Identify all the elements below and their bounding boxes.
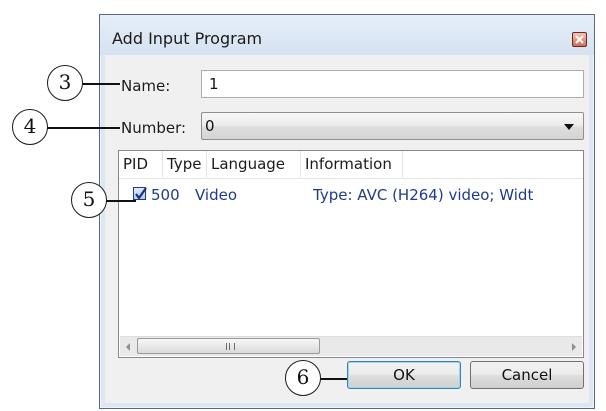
name-label: Name: bbox=[121, 77, 171, 95]
callout-leader-name bbox=[82, 83, 120, 85]
column-header-type[interactable]: Type bbox=[163, 151, 207, 177]
callout-leader-number bbox=[46, 127, 120, 129]
dialog-title: Add Input Program bbox=[112, 29, 263, 48]
add-input-program-dialog: Add Input Program Name: Number: 0 PID bbox=[99, 14, 595, 409]
dialog-body: Name: Number: 0 PID Type Language Inform… bbox=[105, 55, 589, 403]
stream-checkbox[interactable] bbox=[133, 187, 147, 200]
chevron-down-icon bbox=[564, 124, 574, 130]
number-combobox[interactable]: 0 bbox=[201, 112, 584, 140]
callout-name: 3 bbox=[47, 65, 83, 101]
cell-pid: 500 bbox=[151, 186, 180, 204]
number-value: 0 bbox=[205, 117, 215, 135]
column-header-language[interactable]: Language bbox=[207, 151, 301, 177]
callout-number: 4 bbox=[12, 109, 48, 145]
column-header-information[interactable]: Information bbox=[301, 151, 403, 177]
cell-type: Video bbox=[195, 186, 238, 204]
callout-ok: 6 bbox=[285, 360, 321, 396]
grip-icon bbox=[226, 343, 235, 350]
callout-leader-ok bbox=[319, 378, 347, 380]
close-button[interactable] bbox=[572, 32, 587, 47]
cancel-button[interactable]: Cancel bbox=[470, 361, 584, 389]
horizontal-scrollbar[interactable] bbox=[120, 336, 582, 356]
stream-list[interactable]: PID Type Language Information 500 Video … bbox=[118, 150, 584, 358]
number-label: Number: bbox=[121, 119, 187, 137]
name-input[interactable] bbox=[201, 70, 584, 98]
page: Add Input Program Name: Number: 0 PID bbox=[0, 0, 606, 411]
scroll-right-icon[interactable] bbox=[572, 343, 576, 351]
scroll-thumb[interactable] bbox=[137, 338, 320, 354]
checkmark-icon bbox=[135, 187, 147, 200]
ok-button[interactable]: OK bbox=[347, 361, 461, 389]
dialog-titlebar[interactable]: Add Input Program bbox=[100, 15, 594, 55]
cell-information: Type: AVC (H264) video; Widt bbox=[313, 186, 534, 204]
callout-leader-checkbox bbox=[106, 200, 136, 202]
list-header: PID Type Language Information bbox=[119, 151, 583, 179]
callout-checkbox: 5 bbox=[71, 182, 107, 218]
scroll-left-icon[interactable] bbox=[126, 343, 130, 351]
close-icon bbox=[575, 35, 584, 44]
column-header-pid[interactable]: PID bbox=[119, 151, 163, 177]
